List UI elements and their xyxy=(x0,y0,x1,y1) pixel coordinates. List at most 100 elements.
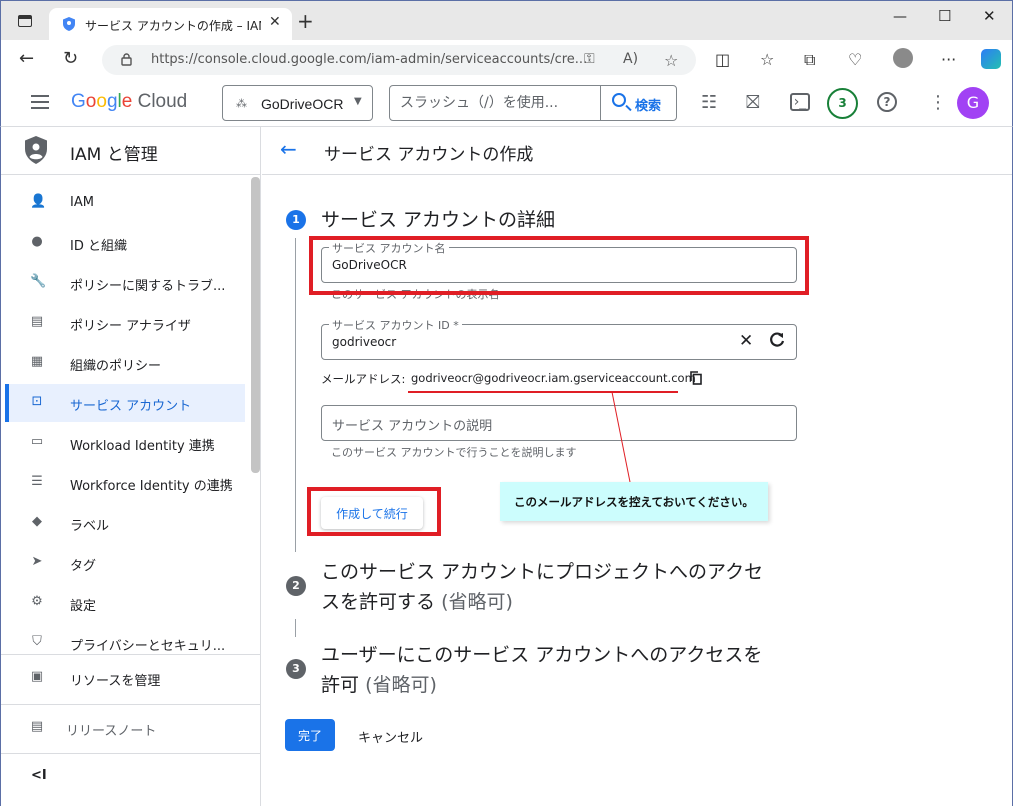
google-cloud-logo[interactable]: Google Cloud xyxy=(71,91,187,113)
page-header: ← サービス アカウントの作成 xyxy=(262,127,1012,175)
refresh-icon[interactable] xyxy=(768,331,786,349)
notifications-badge[interactable]: 3 xyxy=(827,88,858,119)
close-window-icon[interactable]: ✕ xyxy=(983,7,996,25)
tag-icon: ➤ xyxy=(31,554,43,569)
feedback-icon[interactable]: ☷ xyxy=(701,93,717,113)
page-title: サービス アカウントの作成 xyxy=(324,145,534,165)
sidebar-title: IAM と管理 xyxy=(70,145,158,165)
sidebar-item-release-notes[interactable]: ▤ リリースノート xyxy=(5,709,245,747)
health-icon[interactable]: ♡ xyxy=(848,50,862,69)
search-button[interactable]: 検索 xyxy=(600,86,677,120)
person-add-icon: 👤 xyxy=(30,194,47,209)
console-header: Google Cloud ⁂ GoDriveOCR ▼ 検索 ☷ ⛝ ›_ 3 … xyxy=(0,80,1013,127)
step-connector xyxy=(295,619,296,637)
step-2-number: 2 xyxy=(286,576,306,596)
split-screen-icon[interactable]: ◫ xyxy=(715,50,730,69)
sidebar-item-workload-identity[interactable]: ▭ Workload Identity 連携 xyxy=(5,424,245,462)
close-tab-icon[interactable]: ✕ xyxy=(269,14,281,30)
step-2-title[interactable]: このサービス アカウントにプロジェクトへのアクセ スを許可する (省略可) xyxy=(321,557,763,617)
field-placeholder: サービス アカウントの説明 xyxy=(332,419,493,434)
iam-shield-icon xyxy=(25,136,47,164)
callout-note: このメールアドレスを控えておいてください。 xyxy=(500,482,768,521)
step-1-number: 1 xyxy=(286,210,306,230)
sidebar-item-label: 設定 xyxy=(70,599,97,614)
favorites-icon[interactable]: ☆ xyxy=(760,50,774,69)
tab-title: サービス アカウントの作成 – IAM と管 xyxy=(85,19,261,33)
read-aloud-icon[interactable]: A) xyxy=(623,51,638,67)
clear-icon[interactable]: ✕ xyxy=(739,332,753,350)
url-text: https://console.cloud.google.com/iam-adm… xyxy=(151,52,588,67)
avatar[interactable]: G xyxy=(957,87,989,119)
email-value: godriveocr@godriveocr.iam.gserviceaccoun… xyxy=(411,371,696,385)
callout-text: このメールアドレスを控えておいてください。 xyxy=(514,495,754,509)
done-button[interactable]: 完了 xyxy=(285,719,335,751)
sidebar-item-workforce-identity[interactable]: ☰ Workforce Identity の連携 xyxy=(5,464,245,502)
more-vert-icon[interactable]: ⋮ xyxy=(929,92,947,114)
search-box: 検索 xyxy=(389,85,677,121)
highlight-email-underline xyxy=(408,391,678,393)
sidebar-item-tags[interactable]: ➤ タグ xyxy=(5,544,245,582)
new-tab-icon[interactable]: + xyxy=(297,11,314,31)
step-3-title-line2: 許可 xyxy=(321,674,360,696)
sidebar-item-id-org[interactable]: ● ID と組織 xyxy=(5,224,245,262)
cancel-button[interactable]: キャンセル xyxy=(350,719,430,751)
description-hint: このサービス アカウントで行うことを説明します xyxy=(331,446,577,459)
sidebar-item-policy-analyzer[interactable]: ▤ ポリシー アナライザ xyxy=(5,304,245,342)
sidebar-item-org-policies[interactable]: ▦ 組織のポリシー xyxy=(5,344,245,382)
sidebar-item-service-accounts[interactable]: ⊡ サービス アカウント xyxy=(5,384,245,422)
sidebar-item-policy-troubleshooter[interactable]: 🔧 ポリシーに関するトラブ... xyxy=(5,264,245,302)
sidebar-header: IAM と管理 xyxy=(1,127,261,175)
tab-actions-icon[interactable] xyxy=(18,15,32,27)
main-content: ← サービス アカウントの作成 1 サービス アカウントの詳細 サービス アカウ… xyxy=(262,127,1013,806)
search-input[interactable] xyxy=(400,94,590,112)
step-1-title[interactable]: サービス アカウントの詳細 xyxy=(321,205,555,235)
sidebar-item-label: Workload Identity 連携 xyxy=(70,439,215,454)
project-icon: ⁂ xyxy=(236,97,247,110)
copilot-icon[interactable] xyxy=(981,49,1001,69)
description-field[interactable]: サービス アカウントの説明 xyxy=(321,405,797,441)
copy-icon[interactable] xyxy=(690,371,702,385)
field-label: サービス アカウント ID * xyxy=(329,317,462,333)
key-icon[interactable]: ⚿ xyxy=(584,51,595,67)
sidebar-item-iam[interactable]: 👤 IAM xyxy=(5,184,245,222)
profile-icon[interactable] xyxy=(893,48,913,68)
divider xyxy=(1,654,261,655)
maximize-icon[interactable]: ☐ xyxy=(938,7,951,25)
browser-toolbar: ← ↻ https://console.cloud.google.com/iam… xyxy=(0,40,1013,80)
favorite-star-icon[interactable]: ☆ xyxy=(664,51,678,70)
help-icon[interactable]: ? xyxy=(877,92,897,112)
back-arrow-icon[interactable]: ← xyxy=(280,139,297,159)
sidebar-item-label: ID と組織 xyxy=(70,239,127,254)
gift-icon[interactable]: ⛝ xyxy=(746,93,760,113)
document-search-icon: ▤ xyxy=(30,314,44,329)
field-value: godriveocr xyxy=(332,335,397,349)
sidebar-item-manage-resources[interactable]: ▣ リソースを管理 xyxy=(5,659,245,697)
cloud-shell-icon[interactable]: ›_ xyxy=(790,93,810,111)
collections-icon[interactable]: ⧉ xyxy=(804,50,815,70)
browser-tab[interactable]: サービス アカウントの作成 – IAM と管 ✕ xyxy=(49,8,292,41)
step-connector xyxy=(295,238,296,552)
back-icon[interactable]: ← xyxy=(19,49,34,69)
collapse-sidebar-icon[interactable]: <I xyxy=(31,768,47,783)
button-label: キャンセル xyxy=(358,731,424,746)
menu-icon[interactable] xyxy=(31,95,49,109)
sidebar-item-privacy-security[interactable]: ⛉ プライバシーとセキュリ... xyxy=(5,624,245,662)
service-account-id-field[interactable]: サービス アカウント ID * godriveocr ✕ xyxy=(321,317,797,360)
lock-icon[interactable] xyxy=(121,53,132,66)
callout-pointer-line xyxy=(611,392,631,483)
active-indicator xyxy=(5,384,9,422)
reload-icon[interactable]: ↻ xyxy=(63,49,78,69)
more-icon[interactable]: ··· xyxy=(941,50,956,69)
step-2-title-line2: スを許可する xyxy=(321,591,436,613)
highlight-continue-button xyxy=(307,487,441,536)
minimize-icon[interactable]: — xyxy=(893,9,907,25)
sidebar-item-labels[interactable]: ◆ ラベル xyxy=(5,504,245,542)
step-3-title[interactable]: ユーザーにこのサービス アカウントへのアクセスを 許可 (省略可) xyxy=(321,640,762,700)
address-bar[interactable]: https://console.cloud.google.com/iam-adm… xyxy=(102,45,696,75)
sidebar-item-settings[interactable]: ⚙ 設定 xyxy=(5,584,245,622)
project-selector[interactable]: ⁂ GoDriveOCR ▼ xyxy=(222,85,373,121)
release-notes-icon: ▤ xyxy=(30,719,44,734)
step-3-number: 3 xyxy=(286,659,306,679)
sidebar-scroll-thumb[interactable] xyxy=(251,177,260,473)
sidebar-item-label: タグ xyxy=(70,559,97,574)
